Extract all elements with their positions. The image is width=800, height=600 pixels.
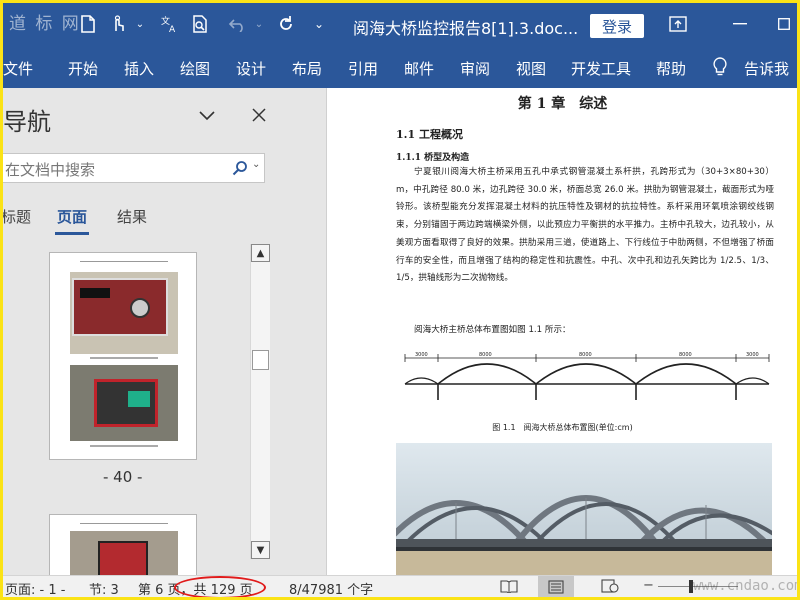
ribbon-tab-bar: 文件 开始 插入 绘图 设计 布局 引用 邮件 审阅 视图 开发工具 帮助 告诉…: [3, 46, 797, 88]
tab-help[interactable]: 帮助: [656, 58, 686, 79]
touch-mode-icon[interactable]: [107, 12, 129, 36]
ribbon-display-options-icon[interactable]: [667, 12, 689, 36]
thumb-header-rule: [80, 523, 168, 524]
tab-home[interactable]: 开始: [68, 58, 98, 79]
bridge-elevation-drawing: 3000 8000 8000 8000 3000: [404, 352, 770, 400]
device-screen: [128, 391, 150, 407]
tab-mailings[interactable]: 邮件: [404, 58, 434, 79]
tab-headings[interactable]: 标题: [3, 206, 31, 227]
subsection-heading: 1.1.1 桥型及构造: [396, 153, 470, 163]
search-input[interactable]: 在文档中搜索 ⌄: [3, 153, 265, 183]
thumb-caption-line: [90, 357, 158, 359]
zoom-out-icon[interactable]: −: [643, 578, 654, 593]
print-preview-icon[interactable]: [189, 12, 211, 36]
page-thumbnail-41[interactable]: [49, 514, 197, 585]
figure-caption: 图 1.1 阅海大桥总体布置图(单位:cm): [492, 423, 633, 432]
tab-layout[interactable]: 布局: [292, 58, 322, 79]
scroll-up-icon[interactable]: ▲: [251, 244, 270, 262]
thumbnail-scrollbar[interactable]: ▲ ▼: [250, 244, 270, 559]
chevron-down-icon[interactable]: ⌄: [133, 12, 147, 36]
tab-design[interactable]: 设计: [236, 58, 266, 79]
thumbnail-page-label: - 40 -: [103, 468, 143, 486]
status-word-count[interactable]: 8/47981 个字: [289, 579, 373, 597]
tab-view[interactable]: 视图: [516, 58, 546, 79]
navigation-pane: 导航 在文档中搜索 ⌄ 标题 页面 结果 - 40 - ▲ ▼: [3, 88, 326, 585]
page-thumbnail-40[interactable]: [49, 252, 197, 460]
web-layout-icon[interactable]: [601, 579, 619, 597]
dimension-label: 3000: [746, 352, 759, 358]
tell-me-box[interactable]: 告诉我: [744, 58, 789, 79]
status-section[interactable]: 节: 3: [89, 579, 119, 597]
undo-dropdown-icon[interactable]: ⌄: [253, 12, 265, 36]
tab-insert[interactable]: 插入: [124, 58, 154, 79]
tab-draw[interactable]: 绘图: [180, 58, 210, 79]
customize-toolbar-icon[interactable]: ⌄: [311, 12, 327, 36]
nav-pane-title: 导航: [3, 108, 51, 136]
tab-review[interactable]: 审阅: [460, 58, 490, 79]
scroll-down-icon[interactable]: ▼: [251, 541, 270, 559]
section-heading: 1.1 工程概况: [396, 128, 463, 141]
chevron-down-icon[interactable]: ⌄: [252, 159, 260, 170]
tab-developer[interactable]: 开发工具: [571, 58, 631, 79]
thumb-header-rule: [80, 261, 168, 262]
instrument-panel: [72, 278, 168, 336]
document-title: 阅海大桥监控报告8[1].3.doc...: [353, 19, 579, 38]
status-bar: 页面: - 1 - 节: 3 第 6 页，共 129 页 8/47981 个字 …: [3, 575, 797, 597]
word-window: 道 标 网 ⌄ 文A ⌄ ⌄ 阅海大桥监控报告8[1].3.doc... 登录: [3, 3, 797, 597]
watermark-text: 道 标 网: [9, 14, 81, 34]
dimension-label: 8000: [679, 352, 692, 358]
new-document-icon[interactable]: [77, 12, 99, 36]
svg-text:A: A: [169, 25, 176, 33]
scrollbar-thumb[interactable]: [252, 350, 269, 370]
tab-results[interactable]: 结果: [117, 206, 147, 227]
search-placeholder: 在文档中搜索: [5, 161, 96, 179]
document-area: 第 1 章 综述 1.1 工程概况 1.1.1 桥型及构造 宁夏银川阅海大桥主桥…: [326, 88, 797, 575]
thumb-photo-instrument: [70, 272, 178, 354]
tab-pages[interactable]: 页面: [57, 206, 87, 227]
figure-intro-paragraph: 阅海大桥主桥总体布置图如图 1.1 所示：: [414, 325, 571, 335]
dimension-label: 3000: [415, 352, 428, 358]
status-page-number[interactable]: 页面: - 1 -: [5, 579, 65, 597]
maximize-icon[interactable]: [773, 12, 795, 36]
close-icon[interactable]: [249, 105, 269, 125]
annotation-circle: [174, 576, 266, 597]
print-layout-icon[interactable]: [538, 576, 574, 597]
chapter-heading: 第 1 章 综述: [517, 96, 608, 112]
chevron-down-icon[interactable]: [197, 106, 217, 126]
active-tab-indicator: [55, 232, 89, 235]
instrument-display: [80, 288, 110, 298]
instrument-knob: [130, 298, 150, 318]
thumb-photo-device: [70, 365, 178, 441]
dimension-label: 8000: [579, 352, 592, 358]
undo-icon[interactable]: [225, 12, 251, 36]
translate-icon[interactable]: 文A: [157, 12, 183, 36]
minimize-icon[interactable]: [729, 12, 751, 36]
dimension-label: 8000: [479, 352, 492, 358]
login-button[interactable]: 登录: [590, 14, 644, 38]
body-paragraph: 宁夏银川阅海大桥主桥采用五孔中承式钢管混凝土系杆拱，孔跨形式为（30+3×80+…: [396, 167, 774, 284]
read-mode-icon[interactable]: [500, 579, 518, 597]
lightbulb-icon[interactable]: [709, 55, 731, 79]
bridge-photo: [396, 443, 772, 575]
document-page[interactable]: 第 1 章 综述 1.1 工程概况 1.1.1 桥型及构造 宁夏银川阅海大桥主桥…: [326, 88, 797, 575]
thumb-caption-line: [90, 445, 158, 447]
search-icon[interactable]: [232, 160, 248, 180]
tab-references[interactable]: 引用: [348, 58, 378, 79]
tab-file[interactable]: 文件: [3, 58, 33, 79]
site-watermark: www.cndao.com: [693, 578, 797, 594]
title-bar: 道 标 网 ⌄ 文A ⌄ ⌄ 阅海大桥监控报告8[1].3.doc... 登录: [3, 3, 797, 46]
redo-icon[interactable]: [275, 12, 297, 36]
